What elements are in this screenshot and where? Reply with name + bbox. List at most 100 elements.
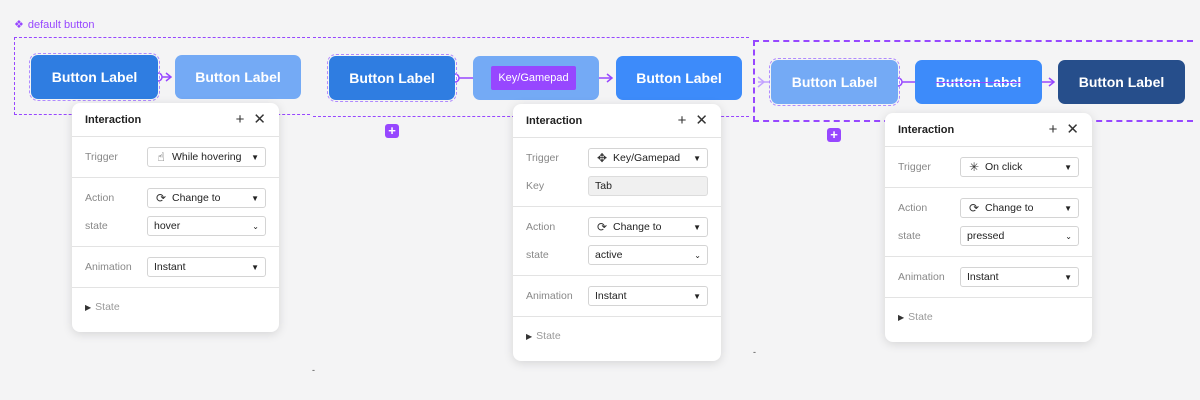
action-select[interactable]: ⟳ Change to ▼: [588, 217, 708, 237]
button-label: Button Label: [349, 70, 435, 86]
action-section: Action ⟳ Change to ▼ state active ⌄: [513, 207, 721, 276]
state-label: state: [898, 230, 921, 242]
button-variant-hover[interactable]: Button Label: [769, 58, 900, 106]
state-select[interactable]: pressed ⌄: [960, 226, 1079, 246]
plus-icon: +: [388, 123, 396, 138]
action-value: Change to: [985, 202, 1034, 214]
chevron-down-icon: ⌄: [1065, 231, 1072, 241]
panel-title: Interaction: [85, 113, 142, 126]
state-disclosure[interactable]: ▶ State: [513, 317, 721, 355]
key-input[interactable]: Tab: [588, 176, 708, 196]
caret-down-icon: ▼: [251, 193, 259, 203]
gamepad-icon: ✥: [596, 151, 608, 165]
caret-down-icon: ▼: [1064, 272, 1072, 282]
animation-select[interactable]: Instant ▼: [960, 267, 1079, 287]
interaction-panel-pressed: Interaction + ✕ Trigger ✳ On click ▼ Act…: [885, 113, 1092, 342]
trigger-select[interactable]: ✥ Key/Gamepad ▼: [588, 148, 708, 168]
button-variant-default[interactable]: Button Label: [327, 54, 457, 102]
add-variant-button[interactable]: +: [385, 124, 399, 138]
action-section: Action ⟳ Change to ▼ state pressed ⌄: [885, 188, 1092, 257]
plus-icon[interactable]: +: [1049, 122, 1058, 137]
caret-down-icon: ▼: [251, 262, 259, 272]
animation-section: Animation Instant ▼: [72, 247, 279, 288]
trigger-value: While hovering: [172, 151, 242, 163]
caret-down-icon: ▼: [693, 291, 701, 301]
trigger-section: Trigger ☝ While hovering ▼: [72, 137, 279, 178]
chevron-right-icon: ▶: [85, 302, 92, 312]
caret-down-icon: ▼: [693, 153, 701, 163]
animation-select[interactable]: Instant ▼: [588, 286, 708, 306]
state-footer-label: State: [95, 301, 120, 313]
key-gamepad-trigger-chip[interactable]: Key/Gamepad: [491, 66, 576, 90]
state-select[interactable]: hover ⌄: [147, 216, 266, 236]
close-icon[interactable]: ✕: [253, 112, 266, 127]
action-label: Action: [526, 221, 556, 233]
click-icon: ✳: [968, 160, 980, 174]
panel-title: Interaction: [898, 123, 955, 136]
hover-hand-icon: ☝: [157, 150, 165, 164]
animation-label: Animation: [898, 271, 945, 283]
button-label: Button Label: [791, 74, 878, 90]
interaction-panel-hover: Interaction + ✕ Trigger ☝ While hovering…: [72, 103, 279, 332]
action-section: Action ⟳ Change to ▼ state hover ⌄: [72, 178, 279, 247]
refresh-icon: ⟳: [968, 201, 980, 215]
animation-value: Instant: [595, 290, 627, 302]
stray-mark: -: [312, 365, 315, 375]
caret-down-icon: ▼: [1064, 162, 1072, 172]
state-select[interactable]: active ⌄: [588, 245, 708, 265]
animation-value: Instant: [154, 261, 186, 273]
animation-value: Instant: [967, 271, 999, 283]
plus-icon[interactable]: +: [236, 112, 245, 127]
plus-icon: +: [830, 127, 838, 142]
caret-down-icon: ▼: [251, 152, 259, 162]
trigger-label: Trigger: [85, 151, 118, 163]
component-set-name: default button: [27, 19, 95, 31]
state-label: state: [85, 220, 108, 232]
button-variant-active[interactable]: Button Label: [915, 60, 1042, 104]
button-label: Button Label: [636, 70, 722, 86]
trigger-label: Trigger: [526, 152, 559, 164]
action-value: Change to: [613, 221, 662, 233]
panel-header: Interaction + ✕: [72, 103, 279, 137]
action-select[interactable]: ⟳ Change to ▼: [147, 188, 266, 208]
button-variant-pressed[interactable]: Button Label: [1058, 60, 1185, 104]
state-label: state: [526, 249, 549, 261]
trigger-value: On click: [985, 161, 1023, 173]
state-disclosure[interactable]: ▶ State: [72, 288, 279, 326]
plus-icon[interactable]: +: [678, 113, 687, 128]
panel-title: Interaction: [526, 114, 583, 127]
action-select[interactable]: ⟳ Change to ▼: [960, 198, 1079, 218]
add-variant-button[interactable]: +: [827, 128, 841, 142]
trigger-label: Trigger: [898, 161, 931, 173]
state-value: active: [595, 249, 623, 261]
close-icon[interactable]: ✕: [1066, 122, 1079, 137]
close-icon[interactable]: ✕: [695, 113, 708, 128]
animation-select[interactable]: Instant ▼: [147, 257, 266, 277]
chevron-right-icon: ▶: [898, 312, 905, 322]
button-variant-hover[interactable]: Button Label: [175, 55, 301, 99]
chevron-right-icon: ▶: [526, 331, 533, 341]
action-label: Action: [898, 202, 928, 214]
animation-label: Animation: [85, 261, 132, 273]
state-disclosure[interactable]: ▶ State: [885, 298, 1092, 336]
trigger-select[interactable]: ☝ While hovering ▼: [147, 147, 266, 167]
refresh-icon: ⟳: [155, 191, 167, 205]
button-variant-active[interactable]: Button Label: [616, 56, 742, 100]
button-label: Button Label: [51, 69, 138, 85]
refresh-icon: ⟳: [596, 220, 608, 234]
trigger-value: Key/Gamepad: [613, 152, 681, 164]
state-footer-label: State: [908, 311, 933, 323]
panel-header: Interaction + ✕: [513, 104, 721, 138]
key-label: Key: [526, 180, 545, 192]
caret-down-icon: ▼: [1064, 203, 1072, 213]
animation-section: Animation Instant ▼: [513, 276, 721, 317]
design-canvas[interactable]: ❖ default button Button Label Button Lab…: [0, 0, 1200, 400]
button-variant-default[interactable]: Button Label: [29, 53, 160, 101]
trigger-section: Trigger ✳ On click ▼: [885, 147, 1092, 188]
button-label: Button Label: [1078, 74, 1165, 90]
state-value: pressed: [967, 230, 1005, 242]
caret-down-icon: ▼: [693, 222, 701, 232]
trigger-select[interactable]: ✳ On click ▼: [960, 157, 1079, 177]
action-label: Action: [85, 192, 115, 204]
component-set-label[interactable]: ❖ default button: [14, 19, 95, 31]
